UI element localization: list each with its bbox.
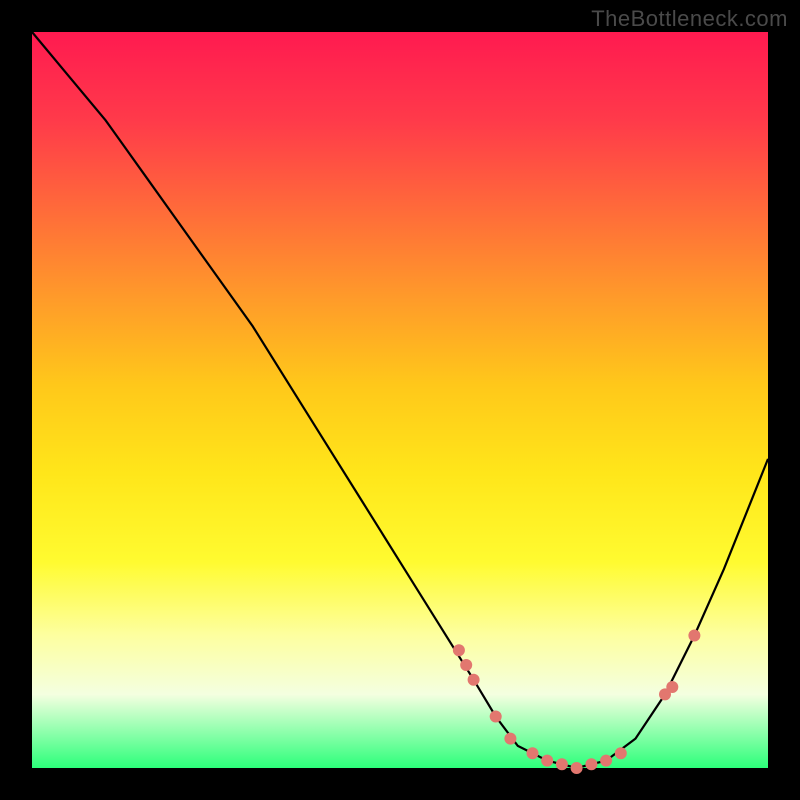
bottleneck-curve <box>32 32 768 768</box>
marker-dot <box>666 681 678 693</box>
marker-dot <box>615 747 627 759</box>
marker-dot <box>468 674 480 686</box>
marker-dot <box>453 644 465 656</box>
marker-group <box>453 630 701 775</box>
marker-dot <box>585 758 597 770</box>
chart-frame: TheBottleneck.com <box>0 0 800 800</box>
watermark-text: TheBottleneck.com <box>591 6 788 32</box>
marker-dot <box>490 711 502 723</box>
marker-dot <box>556 758 568 770</box>
marker-dot <box>600 755 612 767</box>
marker-dot <box>571 762 583 774</box>
marker-dot <box>504 733 516 745</box>
marker-dot <box>541 755 553 767</box>
marker-dot <box>527 747 539 759</box>
marker-dot <box>688 630 700 642</box>
marker-dot <box>460 659 472 671</box>
curve-layer <box>32 32 768 768</box>
